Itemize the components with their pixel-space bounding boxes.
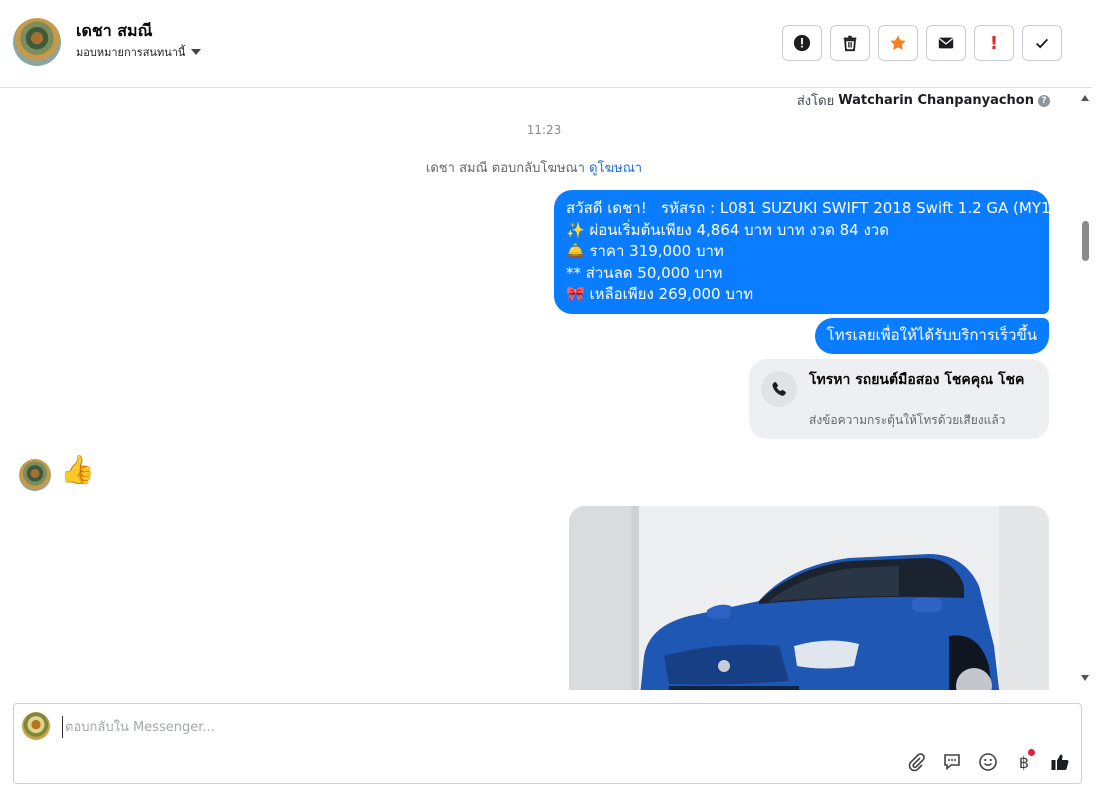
- follow-up-button[interactable]: !: [974, 25, 1014, 61]
- delete-button[interactable]: [830, 25, 870, 61]
- star-icon: [890, 35, 906, 51]
- like-icon: [1051, 754, 1069, 770]
- notification-dot: [1028, 749, 1035, 756]
- phone-icon: [761, 371, 797, 407]
- trash-icon: [843, 35, 857, 52]
- sent-by-line: ส่งโดย Watcharin Chanpanyachon ?: [797, 90, 1050, 111]
- customer-like-reaction: 👍: [60, 453, 95, 486]
- car-photo-attachment[interactable]: [569, 506, 1049, 690]
- page-avatar: [22, 712, 50, 740]
- saved-replies-button[interactable]: [941, 751, 963, 773]
- car-image: [569, 506, 1049, 690]
- outgoing-message-bubble[interactable]: สวัสดี เดชา! รหัสรถ : L081 SUZUKI SWIFT …: [554, 190, 1066, 314]
- reply-input[interactable]: [62, 716, 662, 738]
- check-icon: [1035, 38, 1049, 49]
- payment-button[interactable]: ฿: [1013, 749, 1035, 773]
- thread-scrollbar[interactable]: [1078, 88, 1092, 690]
- composer-tools: ฿: [905, 749, 1071, 773]
- baht-icon: ฿: [1018, 752, 1030, 772]
- sent-by-prefix: ส่งโดย: [796, 94, 835, 109]
- mark-done-button[interactable]: [1022, 25, 1062, 61]
- inbox-conversation-view: เดชา สมณี มอบหมายการสนทนานี้ ! ส่งโดย Wa…: [0, 0, 1099, 795]
- outgoing-message-bubble[interactable]: โทรเลยเพื่อให้ได้รับบริการเร็วขึ้น: [814, 318, 1049, 354]
- envelope-icon: [938, 37, 954, 49]
- exclamation-icon: !: [989, 32, 999, 54]
- saved-reply-icon: [944, 754, 960, 771]
- star-button[interactable]: [878, 25, 918, 61]
- ad-reply-notice: เดชา สมณี ตอบกลับโฆษณา ดูโฆษณา: [0, 157, 1068, 178]
- help-icon[interactable]: ?: [1038, 94, 1050, 107]
- caret-down-icon: [191, 49, 202, 55]
- send-like-button[interactable]: [1049, 751, 1071, 773]
- call-card-subtitle: ส่งข้อความกระตุ้นให้โทรด้วยเสียงแล้ว: [809, 413, 1006, 427]
- contact-avatar[interactable]: [13, 18, 61, 66]
- assign-label: มอบหมายการสนทนานี้: [76, 46, 186, 59]
- view-ad-link[interactable]: ดูโฆษณา: [589, 161, 642, 176]
- emoji-icon: [979, 753, 997, 771]
- mark-unread-button[interactable]: [926, 25, 966, 61]
- alert-circle-icon: [793, 34, 811, 52]
- reply-composer: ฿: [13, 703, 1082, 784]
- sent-by-name: Watcharin Chanpanyachon: [838, 93, 1034, 108]
- contact-name[interactable]: เดชา สมณี: [76, 19, 152, 44]
- customer-avatar: [19, 459, 51, 491]
- spam-report-button[interactable]: [782, 25, 822, 61]
- scrollbar-thumb[interactable]: [1082, 221, 1089, 261]
- message-timestamp: 11:23: [526, 123, 562, 137]
- paperclip-icon: [908, 753, 925, 772]
- scroll-down-arrow-icon[interactable]: [1081, 675, 1089, 681]
- header-actions: !: [782, 25, 1062, 61]
- ad-reply-text: เดชา สมณี ตอบกลับโฆษณา: [425, 161, 585, 176]
- conversation-header: เดชา สมณี มอบหมายการสนทนานี้ !: [0, 0, 1092, 88]
- scroll-up-arrow-icon[interactable]: [1081, 95, 1089, 101]
- message-thread: ส่งโดย Watcharin Chanpanyachon ? 11:23 เ…: [0, 88, 1092, 690]
- emoji-button[interactable]: [977, 751, 999, 773]
- assign-conversation-dropdown[interactable]: มอบหมายการสนทนานี้: [76, 43, 202, 61]
- call-prompt-card[interactable]: โทรหา รถยนต์มือสอง โชคคุณ โชค ส่งข้อความ…: [749, 359, 1049, 439]
- attach-button[interactable]: [905, 751, 927, 773]
- call-card-title: โทรหา รถยนต์มือสอง โชคคุณ โชค: [809, 372, 1025, 388]
